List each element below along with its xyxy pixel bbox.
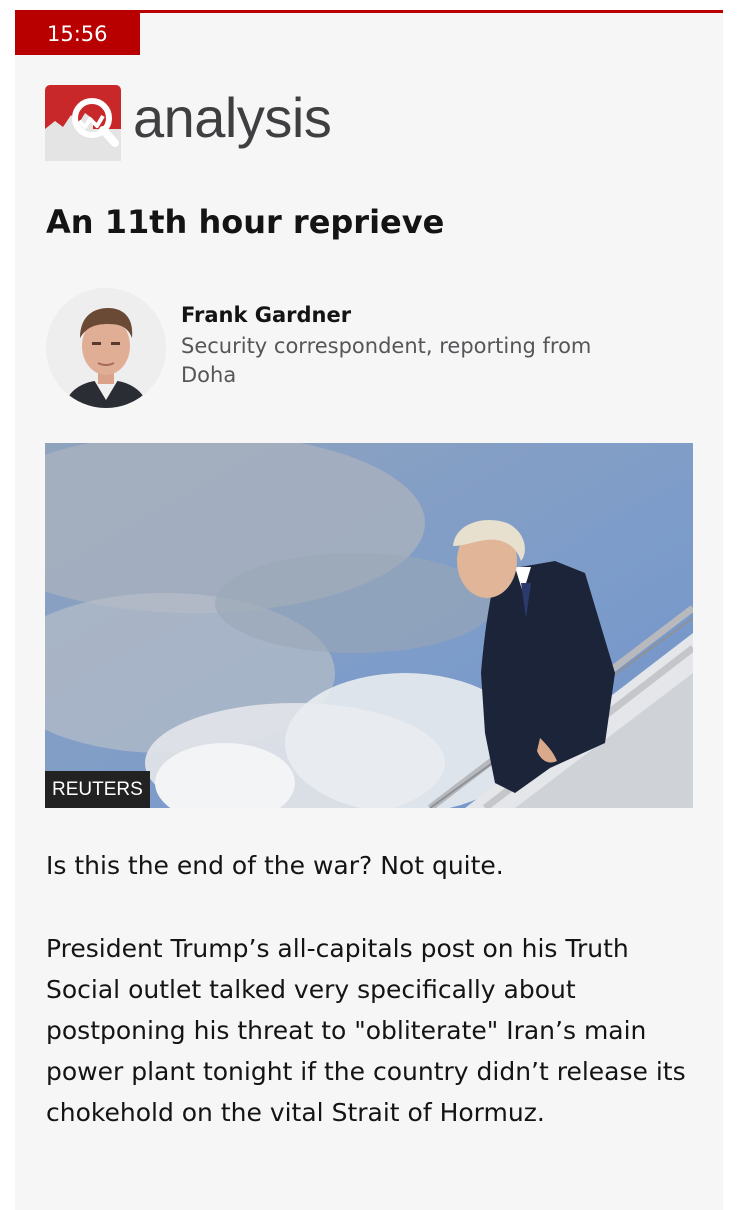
live-update-card: 15:56 analysis An 11th hour reprieve Fra… [15, 10, 723, 1210]
analysis-magnifier-chart-icon [45, 85, 121, 161]
analysis-label-text: analysis [133, 85, 332, 149]
image-credit: REUTERS [45, 771, 150, 808]
timestamp-badge: 15:56 [15, 13, 140, 55]
body-paragraph: Is this the end of the war? Not quite. [46, 851, 504, 880]
article-photo: REUTERS [45, 443, 693, 808]
byline: Frank Gardner Security correspondent, re… [46, 288, 706, 410]
analysis-label: analysis [45, 83, 332, 163]
body-paragraph: President Trump’s all-capitals post on h… [46, 934, 686, 1127]
author-avatar [46, 288, 166, 408]
author-role: Security correspondent, reporting from D… [181, 334, 592, 387]
author-name[interactable]: Frank Gardner [181, 303, 351, 327]
headline: An 11th hour reprieve [46, 203, 445, 241]
